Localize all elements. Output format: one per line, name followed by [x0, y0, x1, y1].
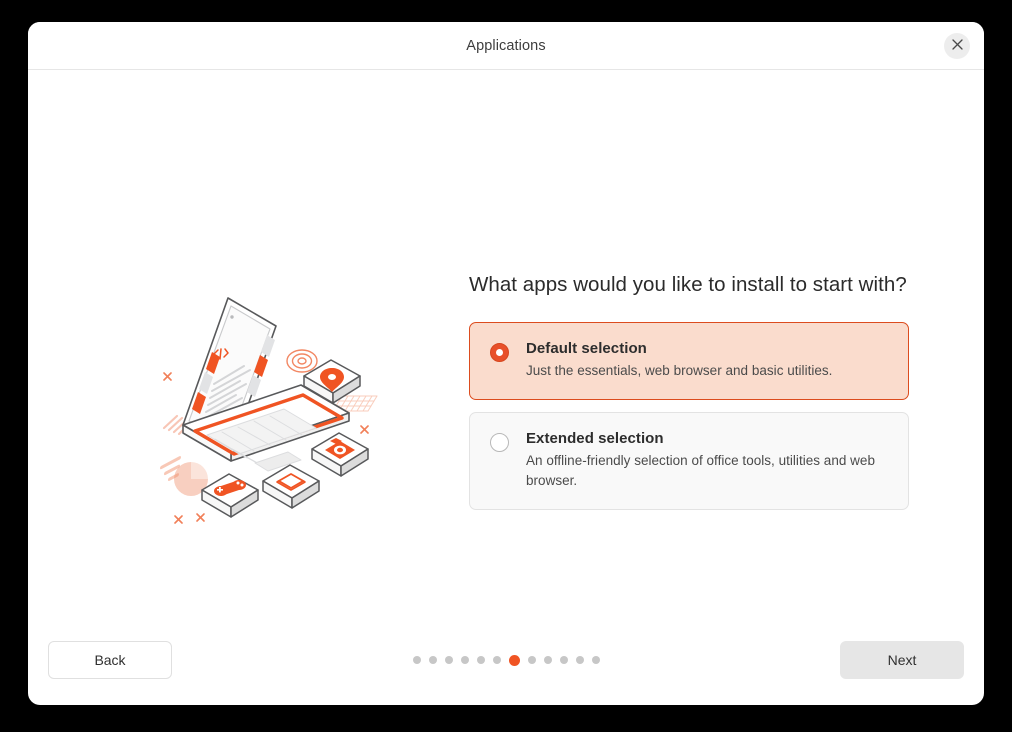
pagination-dot: [591, 656, 600, 664]
pagination-dot: [492, 656, 501, 664]
radio-extended-selection[interactable]: [490, 433, 509, 453]
window-content: What apps would you like to install to s…: [28, 70, 984, 619]
pagination-dot: [412, 656, 421, 664]
pagination-dot: [460, 656, 469, 664]
next-button[interactable]: Next: [840, 641, 964, 679]
pagination-dot: [527, 656, 536, 664]
window-title: Applications: [466, 37, 546, 54]
window-titlebar: Applications: [28, 22, 984, 70]
pagination-dot: [543, 656, 552, 664]
option-extended-texts: Extended selection An offline-friendly s…: [526, 430, 888, 491]
pagination-dot: [428, 656, 437, 664]
close-icon: [951, 38, 963, 53]
pagination-dot: [575, 656, 584, 664]
window-footer: Back Next: [28, 619, 984, 705]
radio-default-selection[interactable]: [490, 343, 509, 363]
option-default-title: Default selection: [526, 340, 647, 358]
option-default-description: Just the essentials, web browser and bas…: [526, 363, 833, 379]
applications-window: Applications What apps would you like to…: [28, 22, 984, 705]
pagination-dot: [559, 656, 568, 664]
pagination-dot: [444, 656, 453, 664]
option-extended-title: Extended selection: [526, 430, 664, 448]
pagination-dot-active: [508, 654, 520, 666]
close-button[interactable]: [944, 32, 970, 59]
options-panel: What apps would you like to install to s…: [469, 272, 909, 522]
laptop-apps-illustration: [146, 288, 396, 533]
page-title: What apps would you like to install to s…: [469, 273, 907, 296]
option-default-texts: Default selection Just the essentials, w…: [526, 340, 888, 381]
option-extended-description: An offline-friendly selection of office …: [526, 453, 875, 488]
option-default-selection[interactable]: Default selection Just the essentials, w…: [469, 322, 909, 401]
option-extended-selection[interactable]: Extended selection An offline-friendly s…: [469, 412, 909, 510]
pagination-dot: [476, 656, 485, 664]
